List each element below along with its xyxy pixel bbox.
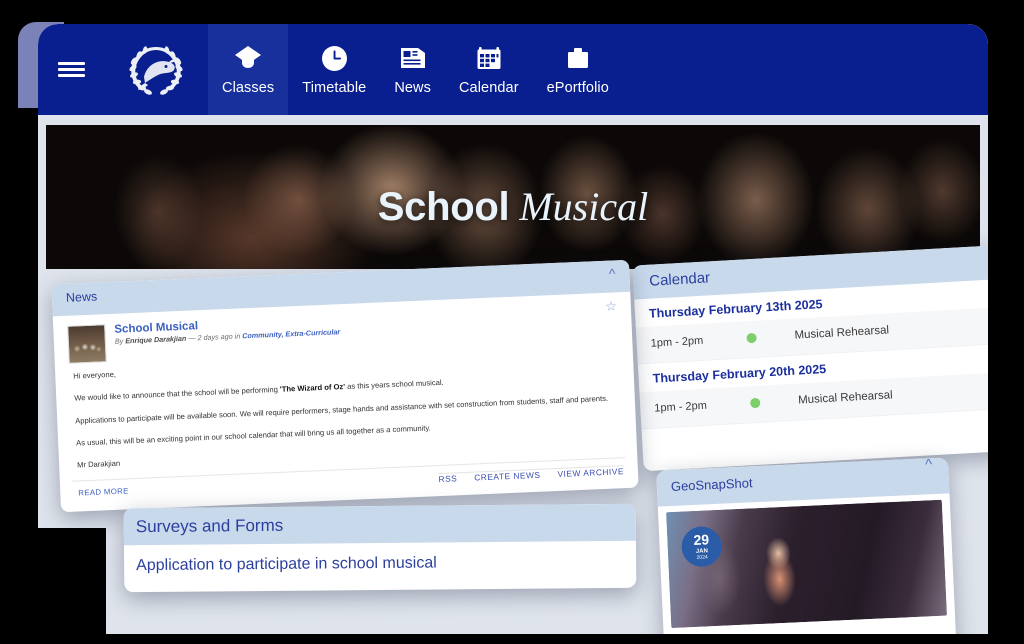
calendar-event-time: 1pm - 2pm	[654, 399, 708, 415]
hero-banner: School Musical	[46, 125, 980, 269]
news-footer-links: RSS CREATE NEWS VIEW ARCHIVE	[438, 465, 625, 485]
nav-item-news[interactable]: News	[380, 24, 445, 115]
calendar-panel: Calendar ^ Thursday February 13th 2025 1…	[632, 243, 988, 472]
chevron-up-icon[interactable]: ^	[609, 265, 616, 281]
hero-title: School Musical	[46, 184, 980, 229]
nav-item-classes[interactable]: Classes	[208, 24, 289, 115]
rss-link[interactable]: RSS	[438, 473, 457, 484]
hamburger-icon	[57, 62, 85, 65]
calendar-icon	[474, 43, 504, 73]
nav-items: Classes Timetable News Calendar ePortfol…	[208, 24, 623, 115]
news-panel: News ^ ☆ School Musical By Enrique Darak…	[51, 259, 639, 513]
nav-item-label: News	[394, 80, 431, 96]
news-meta-time: — 2 days ago in	[188, 331, 241, 343]
screenshot-root: Classes Timetable News Calendar ePortfol…	[0, 0, 1024, 644]
nav-item-label: Classes	[222, 80, 275, 96]
news-meta-author: Enrique Darakjian	[125, 333, 187, 346]
read-more-link[interactable]: READ MORE	[78, 486, 129, 497]
nav-item-label: ePortfolio	[546, 80, 609, 96]
nav-item-label: Calendar	[458, 80, 519, 96]
photo-date-badge: 29 JAN 2024	[680, 525, 723, 568]
badge-year: 2024	[696, 554, 708, 561]
background-mask	[0, 528, 106, 644]
calendar-panel-title: Calendar	[648, 269, 711, 290]
hamburger-icon	[57, 68, 85, 71]
hamburger-menu-button[interactable]	[38, 24, 104, 115]
news-highlight-phrase: 'The Wizard of Oz'	[279, 382, 346, 395]
calendar-event-name: Musical Rehearsal	[797, 389, 893, 407]
surveys-and-forms-panel: Surveys and Forms Application to partici…	[123, 503, 637, 593]
event-color-dot-icon	[746, 332, 757, 344]
view-archive-link[interactable]: VIEW ARCHIVE	[557, 466, 624, 479]
news-meta-by: By	[114, 336, 124, 346]
create-news-link[interactable]: CREATE NEWS	[474, 470, 541, 483]
hamburger-icon	[57, 74, 85, 77]
surveys-panel-title: Surveys and Forms	[135, 515, 284, 536]
hero-title-bold: School	[377, 185, 510, 229]
graduation-cap-icon	[233, 43, 263, 73]
top-navigation-bar: Classes Timetable News Calendar ePortfol…	[38, 24, 988, 115]
drama-performance-photo[interactable]: 29 JAN 2024	[666, 499, 948, 629]
hero-title-italic: Musical	[519, 184, 649, 229]
briefcase-icon	[563, 43, 593, 73]
nav-item-label: Timetable	[302, 80, 367, 96]
nav-item-timetable[interactable]: Timetable	[288, 24, 380, 115]
news-panel-title: News	[65, 289, 98, 305]
event-color-dot-icon	[749, 397, 761, 409]
school-crest-logo[interactable]	[104, 24, 208, 115]
nav-item-calendar[interactable]: Calendar	[445, 24, 533, 115]
news-thumbnail-image	[67, 324, 107, 364]
chevron-up-icon[interactable]: ^	[925, 457, 933, 473]
calendar-event-name: Musical Rehearsal	[794, 324, 890, 342]
clock-icon	[319, 43, 349, 73]
school-crest-whale-laurel-logo	[129, 45, 183, 95]
badge-day: 29	[693, 531, 710, 548]
nav-item-eportfolio[interactable]: ePortfolio	[533, 24, 623, 115]
surveys-panel-header: Surveys and Forms	[123, 503, 636, 546]
geosnapshot-panel: GeoSnapShot ^ 29 JAN 2024 Drama Club 202…	[656, 457, 957, 634]
geosnapshot-panel-title: GeoSnapShot	[670, 475, 753, 494]
star-icon[interactable]: ☆	[605, 298, 617, 314]
app-window: Classes Timetable News Calendar ePortfol…	[38, 24, 988, 634]
survey-list-item[interactable]: Application to participate in school mus…	[124, 541, 636, 575]
newspaper-icon	[398, 43, 428, 73]
calendar-event-time: 1pm - 2pm	[650, 334, 704, 350]
